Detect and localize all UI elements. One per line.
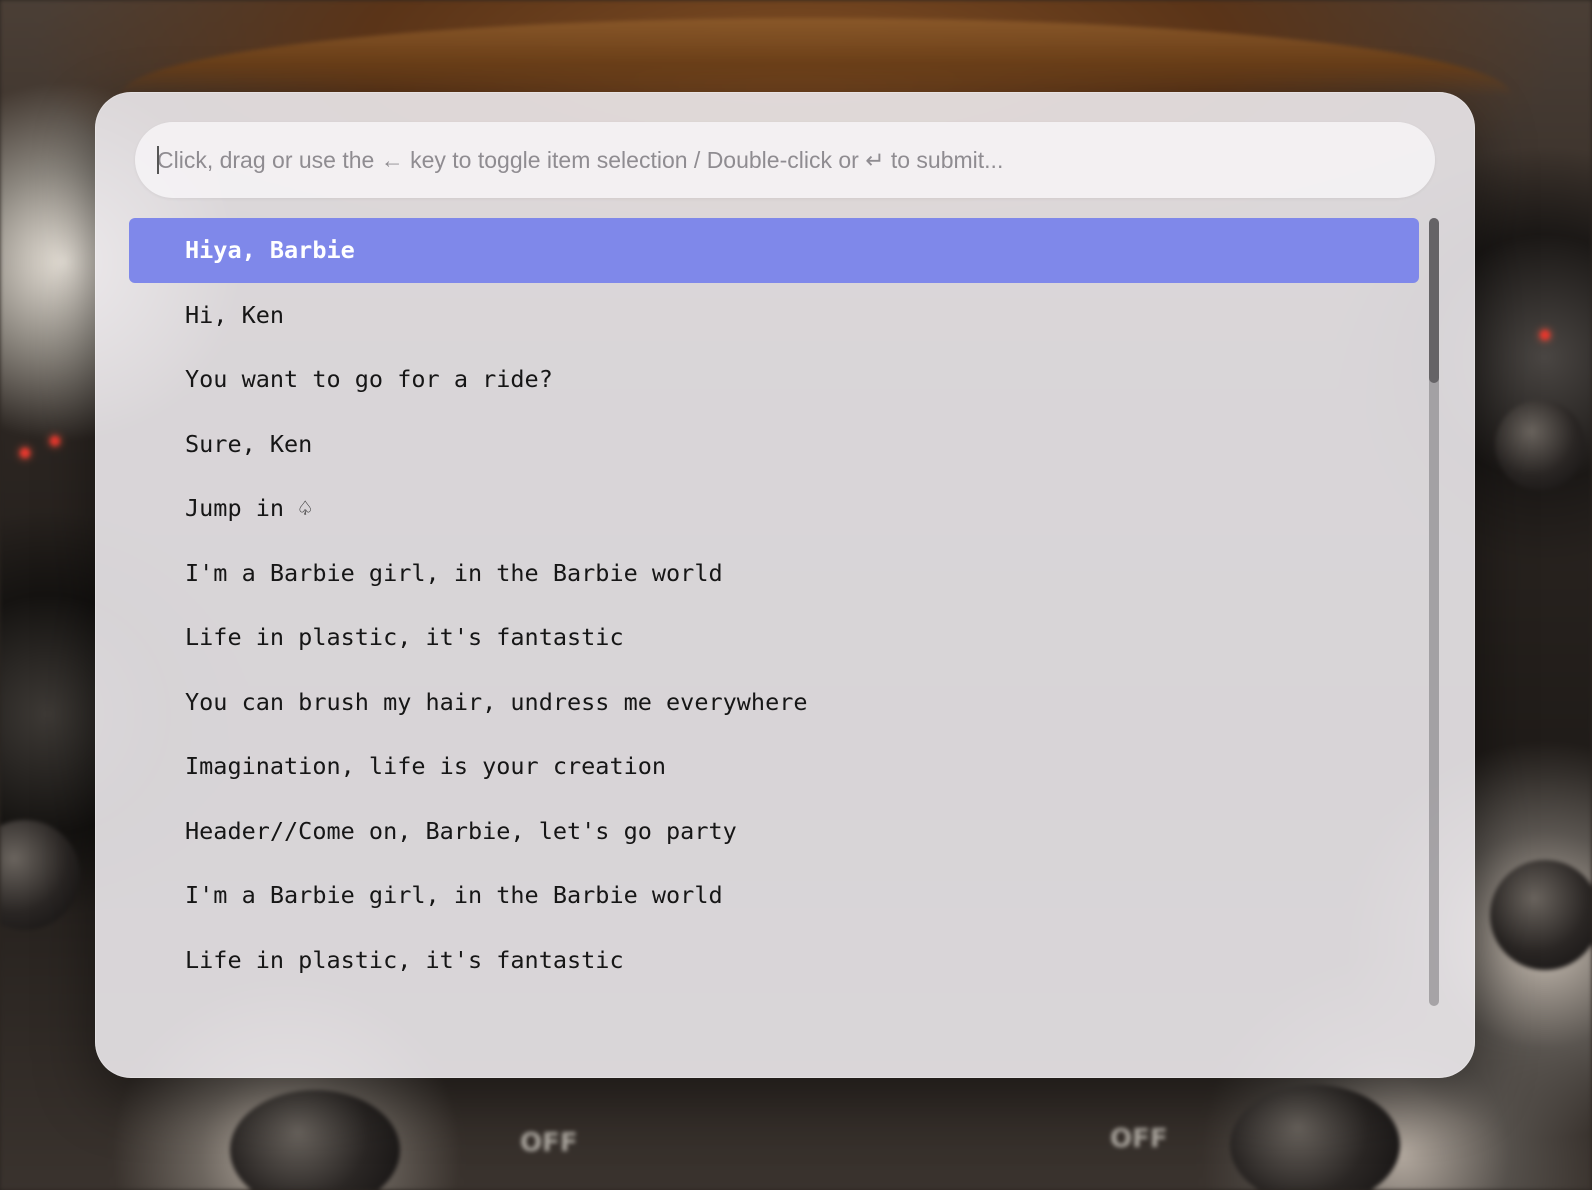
launcher-panel: Hiya, Barbie Hi, Ken You want to go for a … bbox=[95, 92, 1475, 1078]
background-wood-trim bbox=[120, 18, 1512, 96]
list-item[interactable]: Life in plastic, it's fantastic bbox=[129, 605, 1419, 670]
background-led bbox=[20, 448, 30, 458]
list-item-label: Hiya, Barbie bbox=[185, 236, 355, 265]
search-bar[interactable] bbox=[135, 122, 1435, 198]
list-item[interactable]: Imagination, life is your creation bbox=[129, 734, 1419, 799]
list-item-label: I'm a Barbie girl, in the Barbie world bbox=[185, 558, 723, 587]
background-off-label: OFF bbox=[520, 1128, 578, 1158]
list-item[interactable]: You want to go for a ride? bbox=[129, 347, 1419, 412]
list-item[interactable]: Header//Come on, Barbie, let's go party bbox=[129, 799, 1419, 864]
scrollbar-thumb[interactable] bbox=[1429, 218, 1439, 383]
list-item[interactable]: I'm a Barbie girl, in the Barbie world bbox=[129, 863, 1419, 928]
background-off-label: OFF bbox=[1110, 1124, 1168, 1154]
list-item-label: You can brush my hair, undress me everyw… bbox=[185, 687, 808, 716]
list-item-label: Header//Come on, Barbie, let's go party bbox=[185, 816, 737, 845]
list-item-label: Jump in ♤ bbox=[185, 494, 313, 523]
list-item[interactable]: Life in plastic, it's fantastic bbox=[129, 928, 1419, 993]
list-item-label: Life in plastic, it's fantastic bbox=[185, 945, 624, 974]
list-item-label: Imagination, life is your creation bbox=[185, 752, 667, 781]
background-knob bbox=[1495, 400, 1585, 490]
list-item[interactable]: You can brush my hair, undress me everyw… bbox=[129, 670, 1419, 735]
background-knob bbox=[1230, 1085, 1400, 1190]
background-led bbox=[1540, 330, 1550, 340]
item-list[interactable]: Hiya, Barbie Hi, Ken You want to go for a … bbox=[129, 218, 1419, 1018]
list-item[interactable]: Hi, Ken bbox=[129, 283, 1419, 348]
background-knob bbox=[230, 1090, 400, 1190]
list-item[interactable]: Sure, Ken bbox=[129, 412, 1419, 477]
scrollbar-track[interactable] bbox=[1429, 218, 1439, 1006]
background-knob bbox=[0, 820, 80, 930]
list-item-label: Hi, Ken bbox=[185, 300, 285, 329]
background-led bbox=[50, 436, 60, 446]
list-item-selected[interactable]: Hiya, Barbie bbox=[129, 218, 1419, 283]
search-input[interactable] bbox=[157, 122, 1407, 198]
list-item-label: You want to go for a ride? bbox=[185, 365, 553, 394]
list-item[interactable]: Jump in ♤ bbox=[129, 476, 1419, 541]
list-item-label: I'm a Barbie girl, in the Barbie world bbox=[185, 881, 723, 910]
list-item-label: Sure, Ken bbox=[185, 429, 313, 458]
list-item[interactable]: I'm a Barbie girl, in the Barbie world bbox=[129, 541, 1419, 606]
text-cursor bbox=[157, 146, 159, 174]
list-item-label: Life in plastic, it's fantastic bbox=[185, 623, 624, 652]
background-knob bbox=[1490, 860, 1592, 970]
